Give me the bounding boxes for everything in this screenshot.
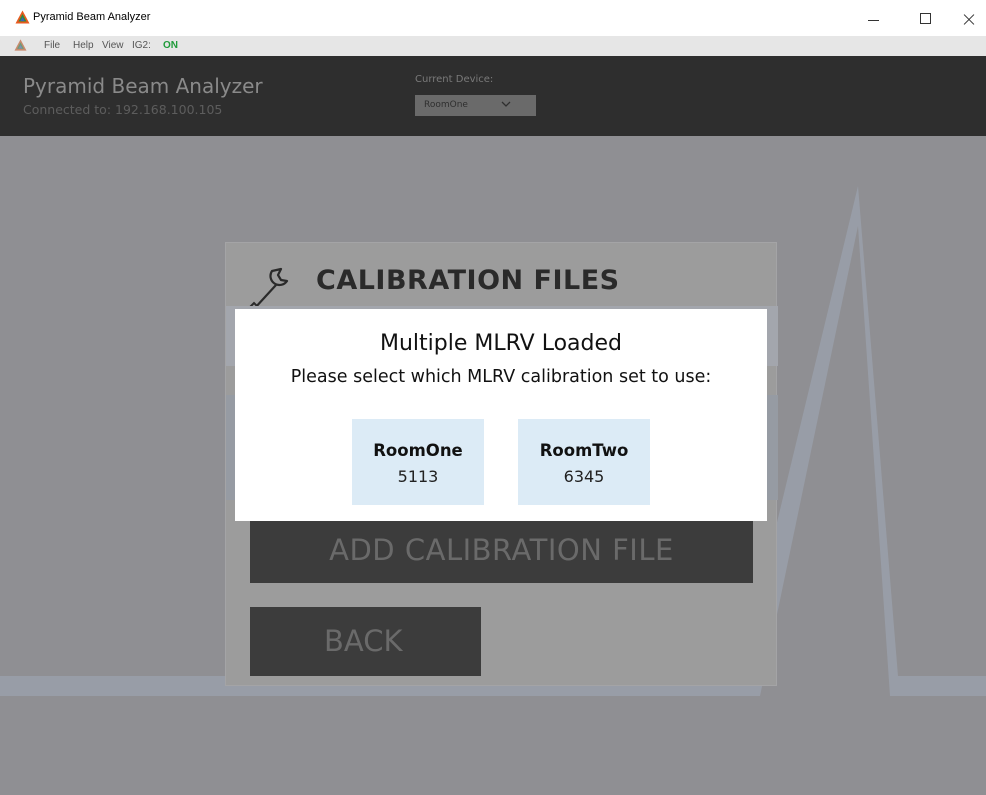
title-bar: Pyramid Beam Analyzer [0,0,986,36]
option-value: 6345 [563,467,605,486]
pyramid-logo-icon [14,39,27,51]
panel-title: CALIBRATION FILES [316,265,620,296]
option-value: 5113 [397,467,439,486]
back-button[interactable]: BACK [250,607,481,676]
current-device-label: Current Device: [415,74,494,85]
device-select[interactable]: RoomOne [415,95,536,116]
menu-file[interactable]: File [44,40,60,51]
pyramid-logo-icon [15,10,30,24]
chevron-down-icon [501,97,511,114]
window-title: Pyramid Beam Analyzer [33,11,151,23]
option-name: RoomTwo [539,441,629,460]
mlrv-select-dialog: Multiple MLRV Loaded Please select which… [235,309,767,521]
option-name: RoomOne [373,441,463,460]
menu-view[interactable]: View [102,40,124,51]
dialog-title: Multiple MLRV Loaded [379,331,623,356]
menu-bar: File Help View IG2: ON [0,36,986,56]
app-header: Pyramid Beam Analyzer Connected to: 192.… [0,56,986,136]
calibration-option-roomone[interactable]: RoomOne 5113 [352,419,484,505]
dialog-message: Please select which MLRV calibration set… [290,367,712,387]
minimize-button[interactable] [850,0,896,36]
app-name: Pyramid Beam Analyzer [23,74,263,98]
device-select-value: RoomOne [424,100,468,110]
maximize-button[interactable] [902,0,948,36]
connection-status: Connected to: 192.168.100.105 [23,102,223,117]
ig2-label: IG2: [132,40,151,51]
menu-help[interactable]: Help [73,40,94,51]
ig2-status[interactable]: ON [163,40,178,51]
calibration-option-roomtwo[interactable]: RoomTwo 6345 [518,419,650,505]
add-calibration-file-button[interactable]: ADD CALIBRATION FILE [250,517,753,583]
close-window-button[interactable] [946,0,986,36]
